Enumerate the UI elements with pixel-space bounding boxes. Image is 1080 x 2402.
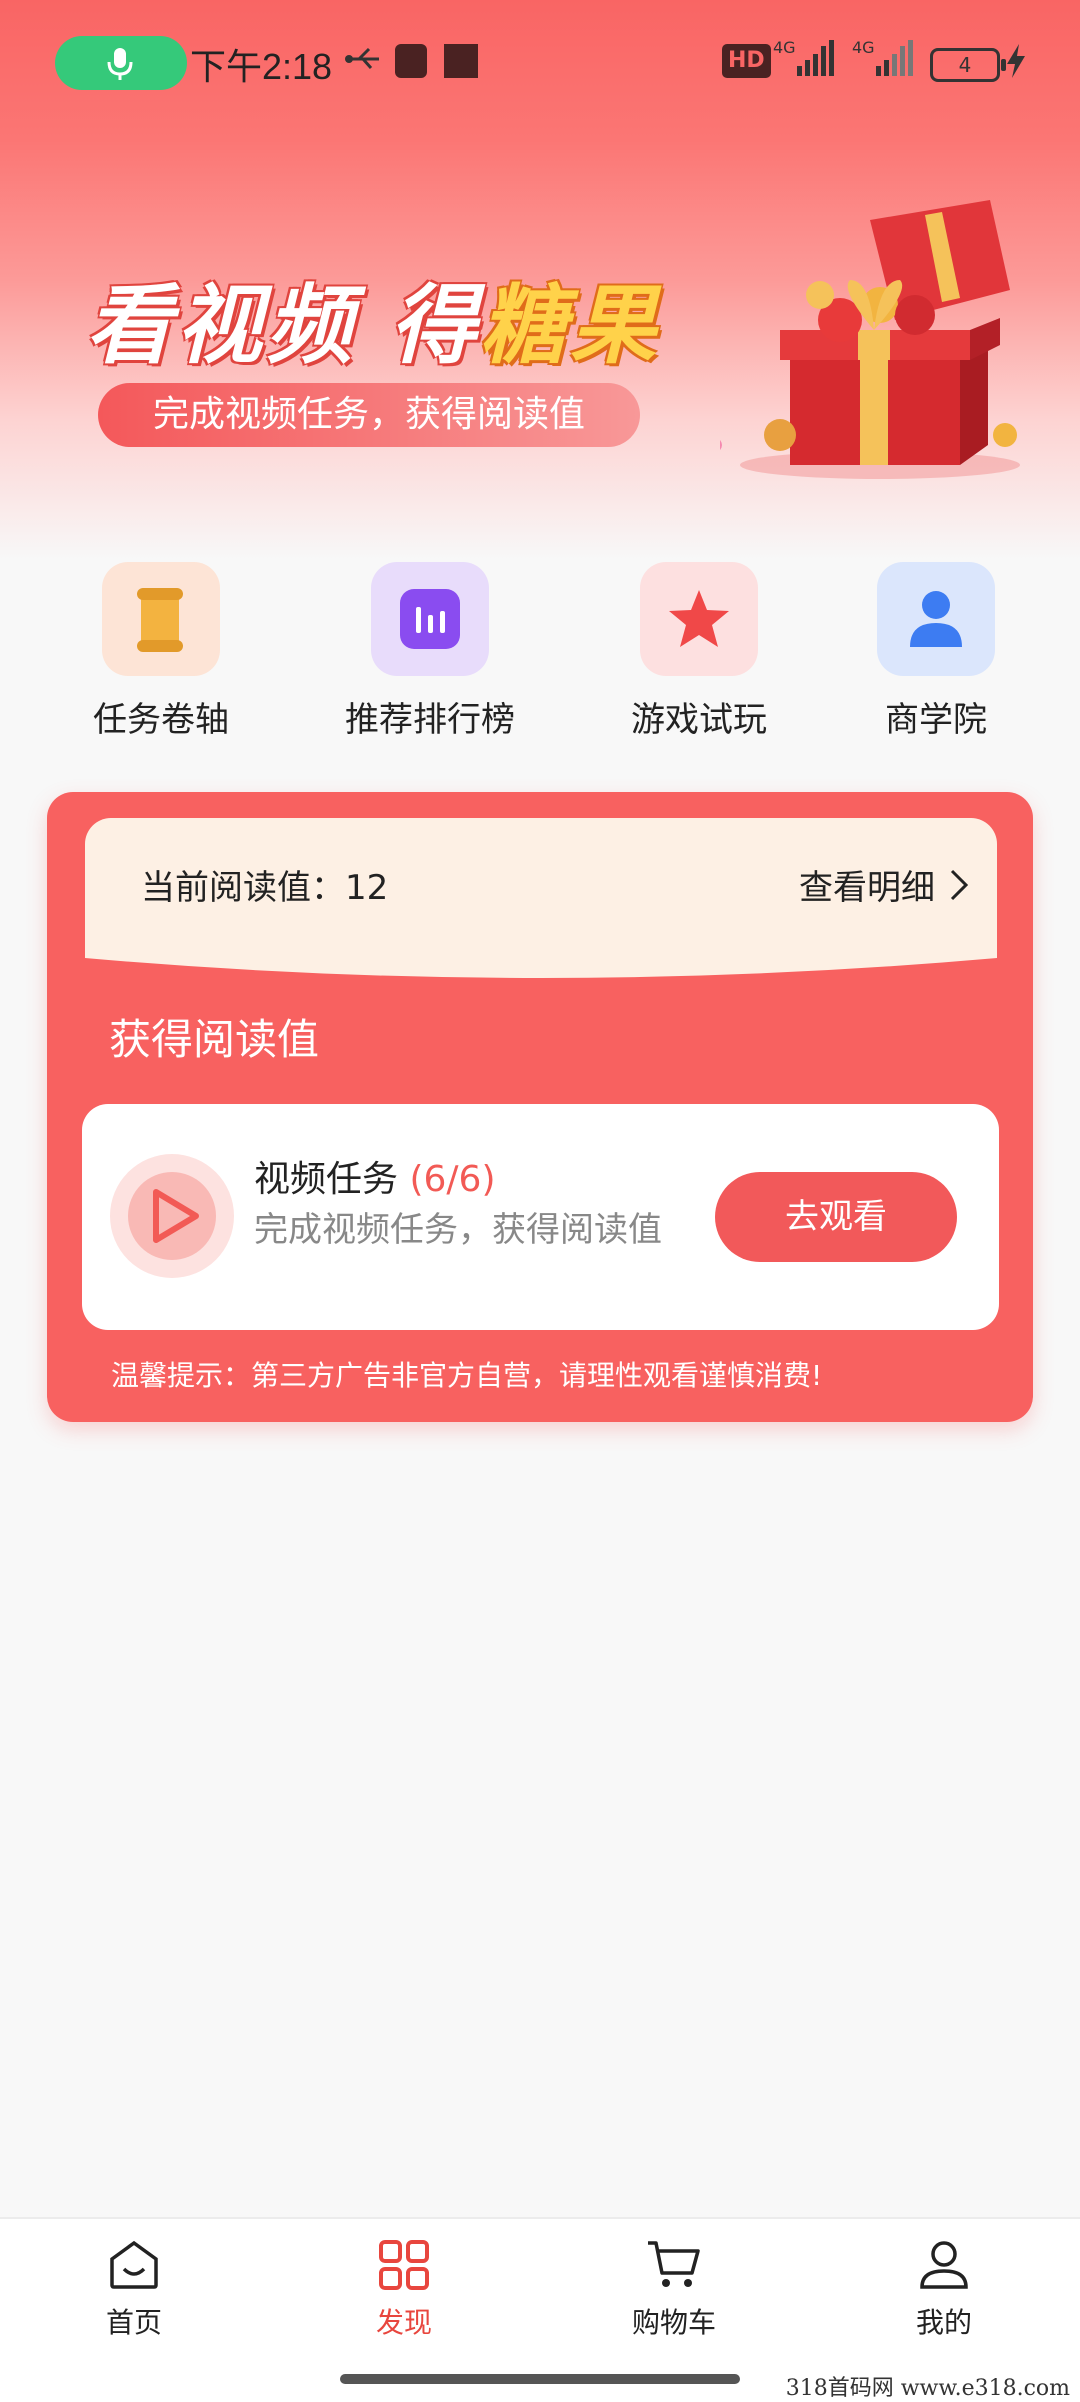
- nav-label: 首页: [105, 2306, 162, 2339]
- video-task-item: 视频任务 (6/6) 完成视频任务，获得阅读值 去观看: [82, 1104, 999, 1330]
- warning-tip: 温馨提示：第三方广告非官方自营，请理性观看谨慎消费!: [111, 1359, 823, 1392]
- quick-action-game-trial[interactable]: 游戏试玩: [589, 562, 809, 741]
- task-description: 完成视频任务，获得阅读值: [254, 1210, 662, 1250]
- current-read-number: 12: [345, 868, 389, 908]
- banner-title: 看视频 得糖果: [86, 255, 660, 380]
- quick-action-ranking[interactable]: 推荐排行榜: [320, 562, 540, 741]
- nav-label: 购物车: [631, 2306, 716, 2339]
- nav-cart[interactable]: 购物车: [584, 2239, 764, 2341]
- task-count: (6/6): [409, 1159, 496, 1200]
- current-read-value: 当前阅读值：12: [141, 860, 388, 909]
- view-details-link[interactable]: 查看明细: [799, 860, 969, 909]
- hd-badge: HD: [722, 44, 771, 78]
- task-title: 视频任务 (6/6): [254, 1150, 496, 1202]
- watermark: 318首码网 www.e318.com: [785, 2376, 1070, 2401]
- header-curve: [85, 938, 997, 978]
- notification-icon: [395, 44, 427, 78]
- mic-icon: [107, 48, 133, 80]
- task-title-text: 视频任务: [254, 1159, 399, 1200]
- watch-button[interactable]: 去观看: [715, 1172, 957, 1262]
- nav-home[interactable]: 首页: [44, 2239, 224, 2341]
- banner-title-highlight: 糖果: [479, 276, 660, 376]
- quick-action-business-school[interactable]: 商学院: [826, 562, 1046, 741]
- status-time: 下午2:18: [190, 46, 333, 87]
- quick-action-label: 商学院: [885, 700, 987, 740]
- home-indicator[interactable]: [340, 2374, 740, 2384]
- play-icon: [110, 1154, 234, 1278]
- notification-icon: [444, 44, 478, 78]
- quick-action-label: 推荐排行榜: [345, 700, 515, 740]
- cart-icon: [648, 2241, 700, 2287]
- nav-discover[interactable]: 发现: [314, 2239, 494, 2341]
- read-value-card: 当前阅读值：12 查看明细 获得阅读值 视频任务 (6/6) 完成视频任务，获得…: [47, 792, 1033, 1422]
- star-icon: [640, 562, 758, 676]
- status-bar: 下午2:18 HD 4G 4G 4: [0, 0, 1080, 120]
- banner-subtitle: 完成视频任务，获得阅读值: [98, 383, 640, 447]
- nav-profile[interactable]: 我的: [854, 2239, 1034, 2341]
- nav-label: 发现: [375, 2306, 432, 2339]
- chevron-right-icon: [950, 869, 969, 900]
- charging-icon: [1007, 44, 1025, 78]
- network-label: 4G: [852, 38, 875, 57]
- scroll-icon: [102, 562, 220, 676]
- quick-action-task-scroll[interactable]: 任务卷轴: [51, 562, 271, 741]
- discover-icon: [379, 2240, 429, 2290]
- user-icon: [877, 562, 995, 676]
- banner-title-text: 看视频 得: [86, 276, 480, 376]
- mic-indicator[interactable]: [55, 36, 187, 90]
- signal-icon: 4G: [852, 38, 914, 82]
- section-title: 获得阅读值: [109, 1015, 320, 1064]
- signal-icon: 4G: [773, 38, 835, 82]
- battery-indicator: 4: [930, 48, 1006, 82]
- quick-action-label: 游戏试玩: [631, 700, 767, 740]
- nav-label: 我的: [915, 2306, 972, 2339]
- bar-chart-icon: [371, 562, 489, 676]
- gift-box-icon: [720, 200, 1020, 479]
- home-icon: [110, 2240, 158, 2289]
- network-label: 4G: [773, 38, 796, 57]
- usb-icon: [345, 47, 379, 69]
- read-value-header: 当前阅读值：12 查看明细: [85, 818, 997, 978]
- view-details-label: 查看明细: [799, 868, 935, 908]
- current-read-label: 当前阅读值：: [141, 868, 345, 908]
- quick-action-label: 任务卷轴: [93, 700, 229, 740]
- profile-icon: [920, 2241, 968, 2289]
